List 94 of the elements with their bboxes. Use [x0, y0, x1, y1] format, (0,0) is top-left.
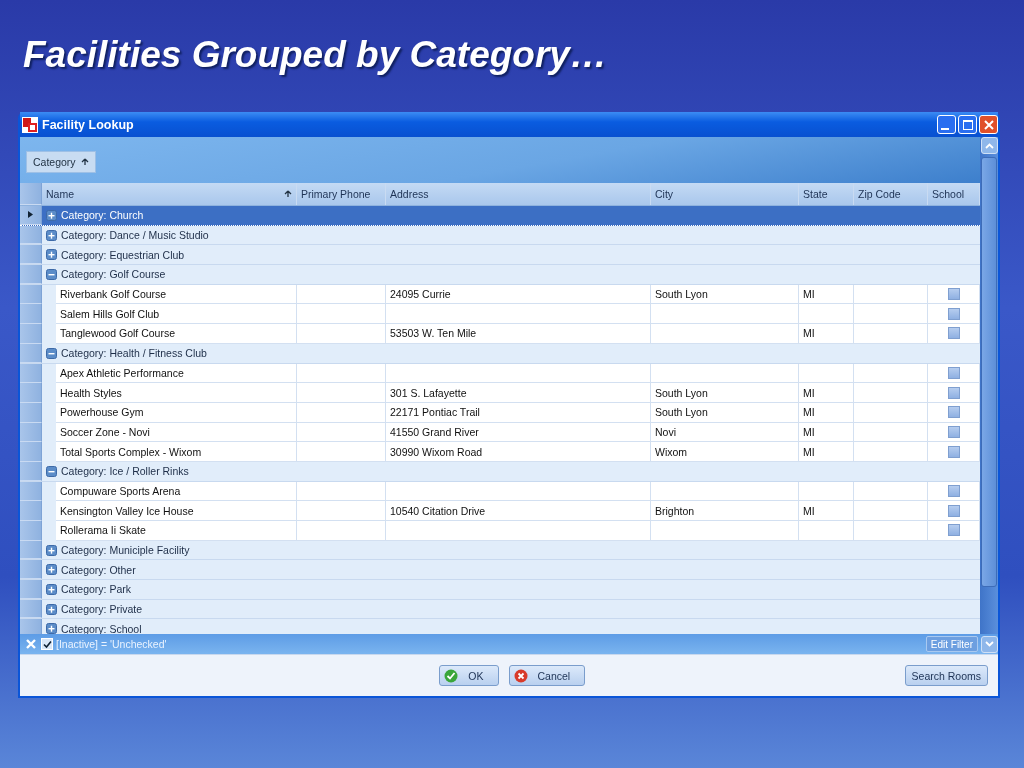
school-checkbox[interactable] [947, 327, 960, 340]
expand-icon[interactable] [46, 229, 57, 241]
school-checkbox[interactable] [947, 524, 960, 537]
table-cell [799, 521, 854, 541]
group-label: Category: Private [61, 603, 143, 616]
table-cell: Powerhouse Gym [56, 402, 297, 423]
window-title: Facility Lookup [42, 117, 134, 132]
group-row[interactable]: Category: Private [20, 599, 980, 620]
scroll-down-button[interactable] [981, 635, 998, 653]
column-header[interactable]: State [799, 183, 854, 205]
table-cell: MI [799, 442, 854, 462]
school-checkbox[interactable] [947, 307, 960, 320]
table-cell: South Lyon [651, 383, 799, 403]
filter-checkbox[interactable] [41, 638, 53, 650]
group-label: Category: Golf Course [61, 268, 166, 281]
column-header[interactable]: Name [42, 183, 297, 205]
column-header[interactable]: Zip Code [854, 183, 928, 205]
table-cell: 301 S. Lafayette [386, 383, 651, 403]
expand-icon[interactable] [46, 249, 57, 261]
app-logo-icon [22, 116, 38, 133]
ok-button[interactable]: OK [439, 665, 499, 686]
expand-icon[interactable] [46, 583, 57, 595]
maximize-button[interactable] [958, 115, 977, 134]
school-checkbox[interactable] [947, 425, 960, 438]
column-header[interactable]: Primary Phone [297, 183, 386, 205]
minimize-icon [941, 127, 949, 130]
collapse-icon[interactable] [46, 465, 57, 477]
group-row[interactable]: Category: Health / Fitness Club [20, 343, 980, 364]
chevron-down-icon [985, 641, 994, 647]
cancel-icon [513, 668, 528, 683]
table-cell: South Lyon [651, 402, 799, 423]
school-checkbox[interactable] [947, 484, 960, 497]
group-chip[interactable]: Category [26, 151, 96, 173]
school-checkbox[interactable] [947, 386, 960, 399]
table-cell: 53503 W. Ten Mile [386, 324, 651, 344]
check-icon [42, 639, 52, 649]
scroll-up-button[interactable] [980, 137, 998, 154]
group-label: Category: Equestrian Club [61, 248, 185, 261]
group-row[interactable]: Category: Dance / Music Studio [20, 225, 980, 246]
slide-title: Facilities Grouped by Category… [22, 33, 608, 76]
group-row[interactable]: Category: Equestrian Club [20, 245, 980, 266]
school-checkbox[interactable] [947, 445, 960, 458]
close-icon [983, 119, 994, 130]
group-label: Category: School [61, 622, 142, 634]
collapse-icon[interactable] [46, 347, 57, 359]
group-label: Category: Park [61, 583, 132, 596]
table-cell: 22171 Pontiac Trail [386, 402, 651, 423]
close-icon [24, 638, 37, 650]
school-checkbox[interactable] [947, 406, 960, 419]
row-header[interactable] [20, 206, 42, 225]
group-label: Category: Municiple Facility [61, 544, 190, 557]
table-cell: Rollerama Ii Skate [56, 521, 297, 541]
group-row[interactable]: Category: Park [20, 580, 980, 600]
group-label: Category: Health / Fitness Club [61, 347, 207, 360]
close-button[interactable] [979, 115, 998, 134]
table-cell: Health Styles [56, 383, 297, 403]
table-cell: MI [799, 324, 854, 344]
expand-icon[interactable] [46, 623, 57, 634]
table-cell: Wixom [651, 442, 799, 462]
column-header[interactable]: City [651, 183, 799, 205]
group-label: Category: Dance / Music Studio [61, 229, 209, 242]
group-label: Category: Other [61, 563, 136, 576]
cancel-button[interactable]: Cancel [508, 665, 586, 686]
table-cell: MI [799, 383, 854, 403]
current-row-icon [28, 211, 33, 219]
school-checkbox[interactable] [947, 288, 960, 301]
minimize-button[interactable] [937, 115, 956, 134]
column-header[interactable]: Address [386, 183, 651, 205]
table-cell: MI [799, 402, 854, 423]
vertical-scrollbar[interactable] [980, 137, 998, 634]
maximize-icon [962, 119, 973, 130]
group-row[interactable]: Category: Other [20, 560, 980, 581]
chevron-up-icon [984, 142, 994, 149]
expand-icon[interactable] [46, 564, 57, 576]
school-checkbox[interactable] [947, 504, 960, 517]
scroll-thumb[interactable] [981, 157, 997, 587]
group-row[interactable]: Category: Ice / Roller Rinks [20, 461, 980, 482]
search-rooms-button[interactable]: Search Rooms [904, 665, 988, 686]
school-checkbox[interactable] [947, 366, 960, 379]
collapse-icon[interactable] [46, 268, 57, 280]
group-row[interactable]: Category: Golf Course [20, 265, 980, 285]
table-cell: 30990 Wixom Road [386, 442, 651, 462]
row-header [20, 183, 42, 205]
filter-text: [Inactive] = 'Unchecked' [56, 638, 167, 650]
table-cell: Total Sports Complex - Wixom [56, 442, 297, 462]
group-label: Category: Church [61, 209, 144, 222]
check-icon [444, 668, 459, 683]
group-row[interactable]: Category: Church [20, 206, 980, 226]
group-row[interactable]: Category: Municiple Facility [20, 540, 980, 561]
expand-icon[interactable] [46, 603, 57, 615]
expand-icon[interactable] [46, 209, 57, 221]
group-label: Category: Ice / Roller Rinks [61, 465, 189, 478]
table-cell: Tanglewood Golf Course [56, 324, 297, 344]
expand-icon[interactable] [46, 544, 57, 556]
